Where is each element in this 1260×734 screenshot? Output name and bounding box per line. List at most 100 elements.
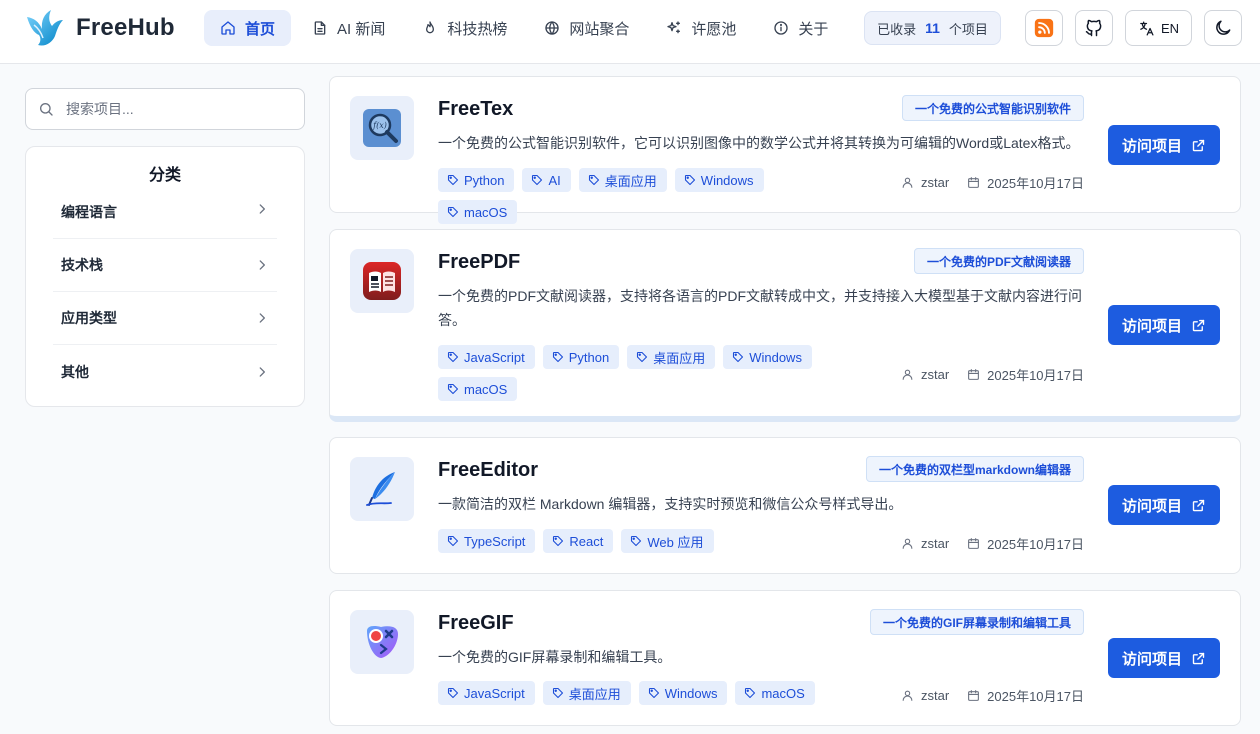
- formula-magnifier-icon: f(x): [363, 109, 401, 147]
- tag-desktop-app[interactable]: 桌面应用: [627, 345, 716, 369]
- project-date: 2025年10月17日: [987, 537, 1084, 552]
- project-thumbnail: f(x): [350, 96, 414, 160]
- calendar-icon: [968, 690, 980, 701]
- nav-item-wishing-pool[interactable]: 许愿池: [650, 10, 752, 46]
- rss-icon: [1034, 18, 1054, 38]
- search-input[interactable]: [66, 101, 286, 117]
- tag-javascript[interactable]: JavaScript: [438, 681, 535, 705]
- project-name[interactable]: FreePDF: [438, 251, 520, 274]
- tag-macos[interactable]: macOS: [438, 377, 518, 401]
- category-list: 编程语言 技术栈 应用类型 其他: [53, 199, 277, 398]
- visit-project-button[interactable]: 访问项目: [1108, 305, 1220, 345]
- tag-icon: [447, 535, 459, 547]
- user-icon: [902, 177, 913, 188]
- project-author: zstar: [920, 688, 950, 703]
- tag-label: Web 应用: [647, 534, 704, 550]
- visit-project-button[interactable]: 访问项目: [1108, 485, 1220, 525]
- tag-icon: [447, 687, 459, 699]
- category-item-other[interactable]: 其他: [53, 345, 277, 398]
- tag-icon: [745, 687, 756, 699]
- project-tags: TypeScript React Web 应用: [438, 529, 858, 561]
- tag-react[interactable]: React: [543, 529, 614, 553]
- user-icon: [902, 690, 913, 701]
- language-toggle[interactable]: EN: [1124, 10, 1192, 46]
- tag-label: macOS: [464, 381, 508, 397]
- tag-label: macOS: [761, 685, 805, 701]
- category-item-app-type[interactable]: 应用类型: [53, 292, 277, 345]
- category-label: 编程语言: [61, 204, 117, 220]
- external-link-icon: [1192, 499, 1205, 511]
- category-item-tech-stack[interactable]: 技术栈: [53, 239, 277, 292]
- nav-item-tech-hot[interactable]: 科技热榜: [406, 10, 523, 46]
- tag-label: JavaScript: [464, 685, 525, 701]
- project-description: 一个免费的GIF屏幕录制和编辑工具。: [438, 649, 672, 665]
- github-button[interactable]: [1074, 10, 1113, 46]
- tag-javascript[interactable]: JavaScript: [438, 345, 535, 369]
- category-item-programming-language[interactable]: 编程语言: [53, 199, 277, 239]
- project-card-freegif: FreeGIF 一个免费的GIF屏幕录制和编辑工具 一个免费的GIF屏幕录制和编…: [329, 590, 1241, 726]
- tag-macos[interactable]: macOS: [438, 200, 518, 224]
- theme-toggle-button[interactable]: [1204, 10, 1242, 46]
- visit-button-label: 访问项目: [1121, 317, 1182, 335]
- flame-icon: [426, 21, 435, 34]
- nav-item-label: 许愿池: [691, 20, 737, 38]
- nav-item-home[interactable]: 首页: [204, 10, 292, 46]
- nav-item-site-aggregation[interactable]: 网站聚合: [528, 10, 645, 46]
- tag-macos[interactable]: macOS: [735, 681, 815, 705]
- tag-desktop-app[interactable]: 桌面应用: [542, 681, 631, 705]
- project-name[interactable]: FreeGIF: [438, 612, 514, 635]
- tag-icon: [552, 351, 563, 363]
- calendar-icon: [968, 177, 980, 188]
- visit-project-button[interactable]: 访问项目: [1108, 638, 1220, 678]
- tag-web-app[interactable]: Web 应用: [621, 529, 714, 553]
- visit-project-button[interactable]: 访问项目: [1108, 125, 1220, 165]
- language-label: EN: [1160, 20, 1179, 36]
- rss-button[interactable]: [1024, 10, 1063, 46]
- nav-item-ai-news[interactable]: AI 新闻: [296, 10, 401, 46]
- home-icon: [221, 21, 235, 35]
- category-label: 应用类型: [61, 310, 117, 326]
- brand-logo[interactable]: FreeHub: [24, 8, 175, 48]
- brand-name: FreeHub: [76, 14, 175, 41]
- project-date: 2025年10月17日: [987, 689, 1084, 704]
- header-actions: 已收录 11 个项目 EN: [864, 10, 1242, 46]
- project-date: 2025年10月17日: [987, 368, 1084, 383]
- tag-icon: [447, 351, 459, 363]
- tag-label: Windows: [700, 172, 754, 188]
- tag-windows[interactable]: Windows: [674, 168, 764, 192]
- tag-windows[interactable]: Windows: [723, 345, 812, 369]
- nav-item-label: AI 新闻: [337, 20, 386, 38]
- freehub-bird-logo-icon: [27, 10, 63, 46]
- tag-label: TypeScript: [464, 533, 526, 549]
- tag-label: 桌面应用: [604, 173, 657, 189]
- project-name[interactable]: FreeTex: [438, 98, 513, 121]
- external-link-icon: [1192, 139, 1205, 151]
- tag-ai[interactable]: AI: [522, 168, 571, 192]
- project-card-freetex: f(x) FreeTex 一个免费的公式智能识别软件 一个免费的公式智能识别软件…: [329, 76, 1241, 224]
- moon-icon: [1216, 20, 1231, 35]
- chevron-right-icon: [259, 260, 265, 270]
- project-card-freepdf: FreePDF 一个免费的PDF文献阅读器 一个免费的PDF文献阅读器，支持将各…: [329, 229, 1241, 422]
- tag-typescript[interactable]: TypeScript: [438, 529, 536, 553]
- tag-desktop-app[interactable]: 桌面应用: [578, 168, 667, 192]
- user-icon: [902, 369, 913, 380]
- search-icon: [40, 103, 53, 116]
- calendar-icon: [968, 369, 980, 380]
- tag-windows[interactable]: Windows: [638, 681, 728, 705]
- project-card-freeeditor: FreeEditor 一个免费的双栏型markdown编辑器 一款简洁的双栏 M…: [329, 437, 1241, 574]
- tag-icon: [532, 174, 543, 186]
- category-panel: 分类 编程语言 技术栈 应用类型 其他: [25, 146, 305, 407]
- category-title: 分类: [148, 167, 181, 184]
- tag-python[interactable]: Python: [542, 345, 620, 369]
- project-meta: zstar 2025年10月17日: [901, 534, 1084, 553]
- globe-icon: [545, 21, 560, 35]
- sparkles-icon: [667, 21, 681, 34]
- project-name[interactable]: FreeEditor: [438, 459, 538, 482]
- nav-item-about[interactable]: 关于: [757, 10, 844, 46]
- tag-label: React: [569, 533, 604, 549]
- tag-python[interactable]: Python: [438, 168, 515, 192]
- category-label: 技术栈: [61, 257, 103, 273]
- chevron-right-icon: [259, 366, 265, 377]
- tag-label: Windows: [664, 685, 718, 701]
- tag-label: Windows: [749, 349, 802, 365]
